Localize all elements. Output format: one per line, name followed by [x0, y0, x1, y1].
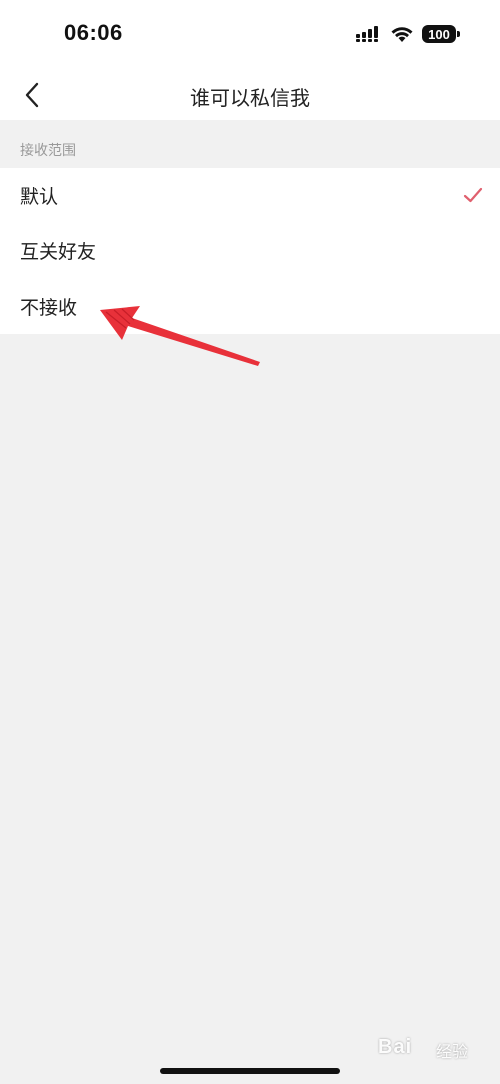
home-indicator[interactable] — [160, 1068, 340, 1074]
watermark-sub: 经验 — [436, 1042, 469, 1061]
wifi-icon — [391, 27, 413, 42]
section-header: 接收范围 — [0, 120, 500, 168]
battery-icon: 100 — [422, 25, 460, 43]
option-default[interactable]: 默认 — [0, 168, 500, 223]
watermark: Bai 经验 — [378, 1030, 488, 1070]
option-label: 互关好友 — [20, 241, 97, 264]
page-title: 谁可以私信我 — [190, 86, 310, 110]
check-icon — [463, 187, 483, 203]
screen: 06:06 100 谁可以私信我 接收范围 默认 互关好友 不接收 Bai 经验 — [0, 0, 500, 1084]
status-icons: 100 — [356, 22, 460, 46]
watermark-brand: Bai — [378, 1036, 413, 1058]
option-mutual-friends[interactable]: 互关好友 — [0, 223, 500, 278]
nav-bar: 谁可以私信我 — [0, 68, 500, 120]
section-label: 接收范围 — [20, 143, 76, 159]
status-bar: 06:06 100 — [0, 0, 500, 68]
signal-icon — [356, 26, 378, 42]
option-label: 不接收 — [20, 296, 78, 319]
option-label: 默认 — [20, 186, 59, 208]
status-time: 06:06 — [64, 20, 123, 45]
red-arrow-annotation — [100, 306, 260, 366]
battery-level: 100 — [428, 26, 450, 42]
